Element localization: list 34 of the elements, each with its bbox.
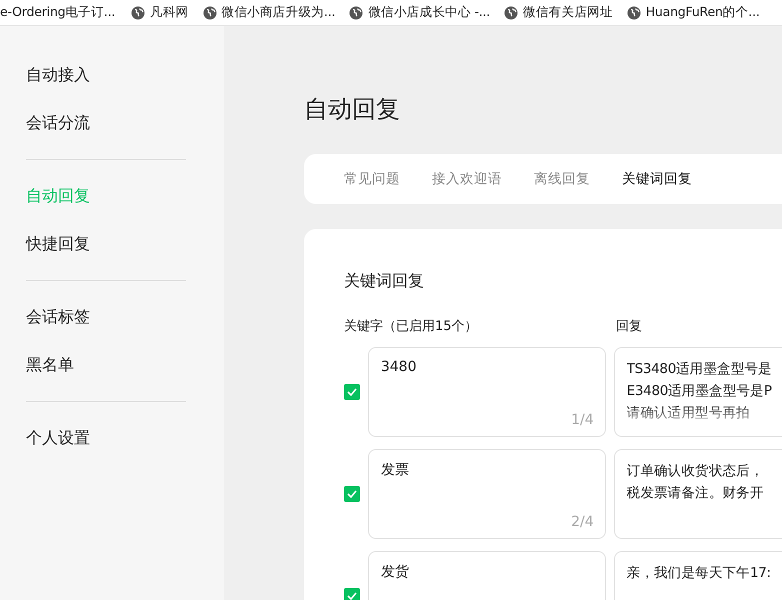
- keyword-field[interactable]: 发货: [368, 551, 606, 600]
- bookmark-link[interactable]: 微信小店成长中心 -...: [349, 4, 490, 21]
- bookmark-link[interactable]: e-Ordering电子订...: [0, 4, 116, 21]
- sidebar-item[interactable]: 自动接入: [26, 63, 90, 87]
- reply-field[interactable]: TS3480适用墨盒型号是 E3480适用墨盒型号是P 请确认适用型号再拍: [614, 347, 782, 437]
- sidebar-item[interactable]: 会话标签: [26, 305, 90, 329]
- character-counter: 1/4: [571, 412, 594, 428]
- checkbox[interactable]: [344, 384, 360, 400]
- checkbox[interactable]: [344, 588, 360, 600]
- bookmark-link[interactable]: 凡科网: [131, 4, 189, 21]
- section-title: 关键词回复: [344, 270, 425, 292]
- sidebar-item[interactable]: 会话分流: [26, 111, 90, 135]
- sidebar-item[interactable]: 快捷回复: [26, 232, 90, 256]
- tab[interactable]: 离线回复: [534, 170, 590, 188]
- keyword-field[interactable]: 3480 1/4: [368, 347, 606, 437]
- page-title: 自动回复: [304, 94, 401, 124]
- bookmark-link[interactable]: 微信小商店升级为...: [202, 4, 336, 21]
- checkbox[interactable]: [344, 486, 360, 502]
- reply-field[interactable]: 亲，我们是每天下午17:: [614, 551, 782, 600]
- checkmark-icon: [346, 592, 357, 600]
- column-header: 关键字（已启用15个）: [344, 318, 479, 335]
- checkmark-icon: [346, 490, 357, 498]
- character-counter: 2/4: [571, 514, 594, 530]
- sidebar-item[interactable]: 个人设置: [26, 426, 90, 450]
- column-header: 回复: [616, 318, 642, 335]
- bookmark-link[interactable]: 微信有关店网址: [504, 4, 613, 21]
- bookmark-link[interactable]: HuangFuRen的个...: [626, 4, 760, 21]
- tab[interactable]: 接入欢迎语: [432, 170, 502, 188]
- sidebar-item[interactable]: 黑名单: [26, 353, 74, 377]
- tab[interactable]: 关键词回复: [622, 170, 692, 188]
- keyword-field[interactable]: 发票 2/4: [368, 449, 606, 539]
- checkmark-icon: [346, 388, 357, 396]
- reply-field[interactable]: 订单确认收货状态后， 税发票请备注。财务开: [614, 449, 782, 539]
- tab[interactable]: 常见问题: [344, 170, 400, 188]
